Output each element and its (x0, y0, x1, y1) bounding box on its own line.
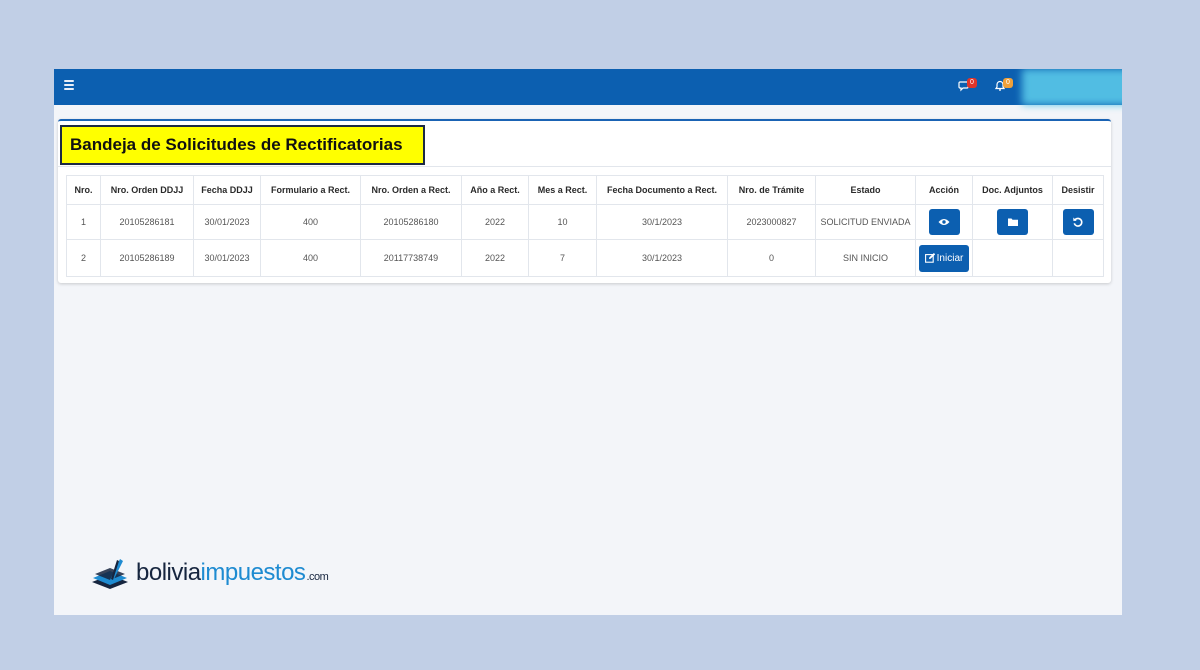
header-anio: Año a Rect. (461, 175, 529, 205)
cell-adjuntos (972, 204, 1053, 240)
cell-nro: 1 (66, 204, 101, 240)
header-fecha-ddjj: Fecha DDJJ (193, 175, 261, 205)
table-header-row: Nro. Nro. Orden DDJJ Fecha DDJJ Formular… (66, 175, 1104, 205)
cell-orden-ddjj: 20105286189 (100, 239, 194, 277)
cell-nro: 2 (66, 239, 101, 277)
requests-card: Bandeja de Solicitudes de Rectificatoria… (58, 119, 1111, 283)
watermark-part-com: .com (306, 571, 329, 583)
cell-orden-rect: 20105286180 (360, 204, 462, 240)
cell-anio: 2022 (461, 204, 529, 240)
messages-count-badge: 0 (967, 78, 977, 88)
withdraw-button[interactable] (1062, 209, 1094, 235)
eye-icon (938, 219, 950, 225)
watermark-part-bolivia: bolivia (136, 559, 201, 586)
cell-fecha-doc: 30/1/2023 (596, 204, 728, 240)
card-header: Bandeja de Solicitudes de Rectificatoria… (58, 121, 1111, 167)
notifications-button[interactable]: 0 (994, 78, 1016, 96)
user-profile-blurred[interactable] (1022, 69, 1122, 105)
header-orden-ddjj: Nro. Orden DDJJ (100, 175, 194, 205)
cell-estado: SOLICITUD ENVIADA (815, 204, 916, 240)
watermark-text: boliviaimpuestos.com (136, 559, 329, 589)
cell-fecha-ddjj: 30/01/2023 (193, 204, 261, 240)
cell-accion (915, 204, 973, 240)
cell-orden-ddjj: 20105286181 (100, 204, 194, 240)
table-row: 1 20105286181 30/01/2023 400 20105286180… (66, 204, 1104, 240)
cell-adjuntos (972, 239, 1053, 277)
attachments-button[interactable] (997, 209, 1028, 235)
table-row: 2 20105286189 30/01/2023 400 20117738749… (66, 239, 1104, 277)
page-title: Bandeja de Solicitudes de Rectificatoria… (60, 125, 425, 165)
cell-mes: 10 (528, 204, 597, 240)
cell-anio: 2022 (461, 239, 529, 277)
undo-icon (1073, 217, 1083, 227)
header-accion: Acción (915, 175, 973, 205)
cell-tramite: 0 (727, 239, 816, 277)
messages-button[interactable]: 0 (958, 78, 980, 96)
cell-formulario: 400 (260, 204, 361, 240)
cell-desistir (1052, 204, 1104, 240)
cell-mes: 7 (528, 239, 597, 277)
top-navbar: 0 0 (54, 69, 1122, 105)
app-window: 0 0 Bandeja de Solicitudes de Rectificat… (54, 69, 1122, 615)
cell-fecha-doc: 30/1/2023 (596, 239, 728, 277)
watermark-logo: boliviaimpuestos.com (90, 557, 329, 593)
header-desistir: Desistir (1052, 175, 1104, 205)
header-mes: Mes a Rect. (528, 175, 597, 205)
iniciar-label: Iniciar (936, 252, 964, 264)
cell-fecha-ddjj: 30/01/2023 (193, 239, 261, 277)
menu-toggle-icon[interactable] (64, 80, 74, 90)
iniciar-button[interactable]: Iniciar (918, 244, 970, 272)
requests-table: Nro. Nro. Orden DDJJ Fecha DDJJ Formular… (66, 175, 1104, 277)
cell-formulario: 400 (260, 239, 361, 277)
cell-accion: Iniciar (915, 239, 973, 277)
watermark-part-impuestos: impuestos (200, 559, 306, 586)
header-tramite: Nro. de Trámite (727, 175, 816, 205)
header-adjuntos: Doc. Adjuntos (972, 175, 1053, 205)
book-logo-icon (92, 559, 128, 589)
folder-icon (1007, 218, 1018, 226)
header-estado: Estado (815, 175, 916, 205)
header-fecha-doc: Fecha Documento a Rect. (596, 175, 728, 205)
header-orden-rect: Nro. Orden a Rect. (360, 175, 462, 205)
cell-desistir (1052, 239, 1104, 277)
cell-orden-rect: 20117738749 (360, 239, 462, 277)
notifications-count-badge: 0 (1003, 78, 1013, 88)
header-nro: Nro. (66, 175, 101, 205)
edit-icon (924, 253, 935, 263)
cell-tramite: 2023000827 (727, 204, 816, 240)
view-button[interactable] (928, 209, 960, 235)
header-formulario: Formulario a Rect. (260, 175, 361, 205)
cell-estado: SIN INICIO (815, 239, 916, 277)
